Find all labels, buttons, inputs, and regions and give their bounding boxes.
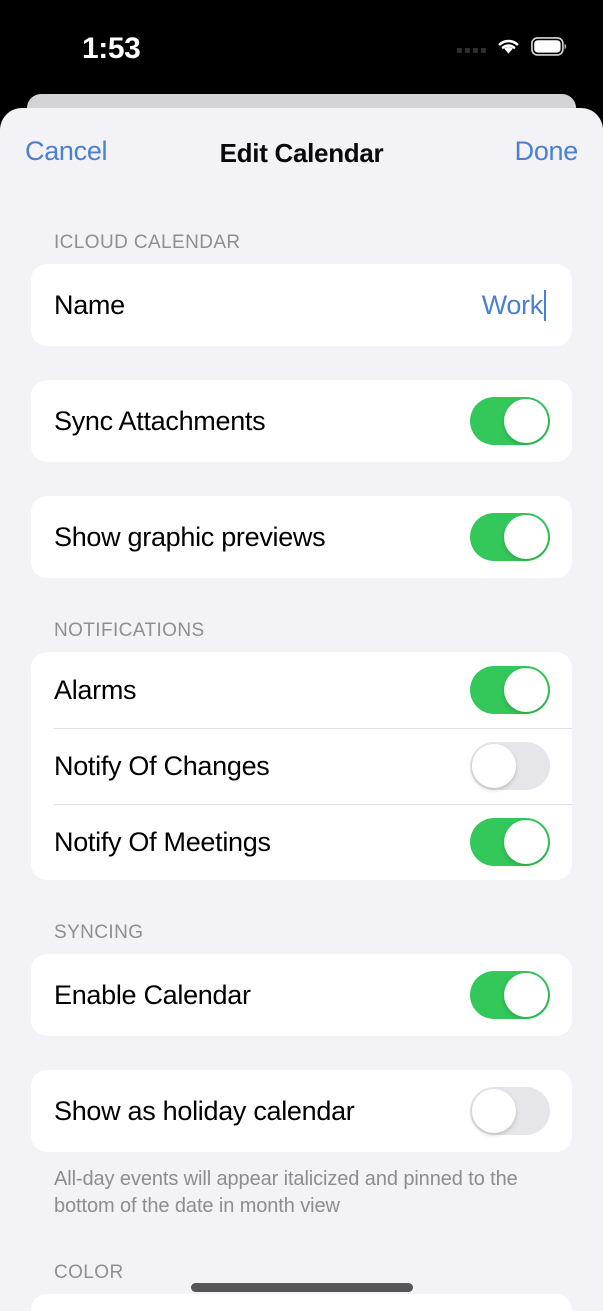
- row-sync-attachments[interactable]: Sync Attachments: [31, 380, 572, 462]
- toggle-notify-of-meetings[interactable]: [470, 818, 550, 866]
- row-name[interactable]: Name Work: [31, 264, 572, 346]
- battery-icon: [531, 36, 567, 56]
- toggle-enable-calendar[interactable]: [470, 971, 550, 1019]
- name-input-value: Work: [481, 289, 544, 320]
- row-label-show-as-holiday-calendar: Show as holiday calendar: [54, 1095, 355, 1126]
- row-alarms[interactable]: Alarms: [31, 652, 572, 728]
- status-bar: 1:53: [0, 0, 603, 94]
- toggle-knob: [504, 515, 548, 559]
- toggle-sync-attachments[interactable]: [470, 397, 550, 445]
- toggle-knob: [504, 399, 548, 443]
- name-input[interactable]: Work: [481, 289, 550, 321]
- section-header-notifications: NOTIFICATIONS: [54, 620, 205, 641]
- row-label-show-graphic-previews: Show graphic previews: [54, 521, 326, 552]
- row-label-sync-attachments: Sync Attachments: [54, 405, 266, 436]
- home-indicator[interactable]: [190, 1283, 413, 1292]
- toggle-knob: [504, 973, 548, 1017]
- wifi-icon: [498, 39, 519, 54]
- phone-screen: 1:53 Cancel Edit Calendar Done ICLOUD CA…: [0, 0, 603, 1311]
- group-notifications: Alarms Notify Of Changes Notify Of Meeti…: [31, 652, 572, 880]
- row-show-graphic-previews[interactable]: Show graphic previews: [31, 496, 572, 578]
- sheet-navigation-bar: Cancel Edit Calendar Done: [0, 108, 603, 186]
- toggle-show-as-holiday-calendar[interactable]: [470, 1087, 550, 1135]
- cellular-signal-icon: [457, 40, 486, 53]
- toggle-notify-of-changes[interactable]: [470, 742, 550, 790]
- toggle-knob: [472, 744, 516, 788]
- row-show-as-holiday-calendar[interactable]: Show as holiday calendar: [31, 1070, 572, 1152]
- group-holiday-calendar: Show as holiday calendar: [31, 1070, 572, 1152]
- group-show-graphic-previews: Show graphic previews: [31, 496, 572, 578]
- toggle-knob: [472, 1089, 516, 1133]
- text-cursor-icon: [544, 289, 546, 321]
- status-bar-indicators: [457, 33, 567, 59]
- edit-calendar-sheet: Cancel Edit Calendar Done ICLOUD CALENDA…: [0, 108, 603, 1311]
- group-color: Sync Calendar Color Cayenne: [31, 1294, 572, 1311]
- group-syncing: Enable Calendar: [31, 954, 572, 1036]
- toggle-alarms[interactable]: [470, 666, 550, 714]
- row-label-enable-calendar: Enable Calendar: [54, 979, 251, 1010]
- status-bar-clock: 1:53: [82, 32, 141, 65]
- row-label-notify-of-meetings: Notify Of Meetings: [54, 826, 271, 857]
- row-label-alarms: Alarms: [54, 674, 137, 705]
- done-button[interactable]: Done: [515, 136, 579, 167]
- row-enable-calendar[interactable]: Enable Calendar: [31, 954, 572, 1036]
- toggle-show-graphic-previews[interactable]: [470, 513, 550, 561]
- toggle-knob: [504, 668, 548, 712]
- row-label-notify-of-changes: Notify Of Changes: [54, 750, 270, 781]
- section-header-icloud-calendar: ICLOUD CALENDAR: [54, 232, 241, 253]
- section-header-syncing: SYNCING: [54, 922, 144, 943]
- row-notify-of-meetings[interactable]: Notify Of Meetings: [31, 804, 572, 880]
- toggle-knob: [504, 820, 548, 864]
- group-icloud-calendar: Name Work: [31, 264, 572, 346]
- settings-list: ICLOUD CALENDAR Name Work Sync Attachmen…: [0, 186, 603, 1311]
- row-notify-of-changes[interactable]: Notify Of Changes: [31, 728, 572, 804]
- page-title: Edit Calendar: [219, 138, 384, 168]
- row-sync-calendar-color[interactable]: Sync Calendar Color: [31, 1294, 572, 1311]
- holiday-calendar-footer-note: All-day events will appear italicized an…: [54, 1168, 518, 1217]
- group-sync-attachments: Sync Attachments: [31, 380, 572, 462]
- row-label-name: Name: [54, 289, 125, 320]
